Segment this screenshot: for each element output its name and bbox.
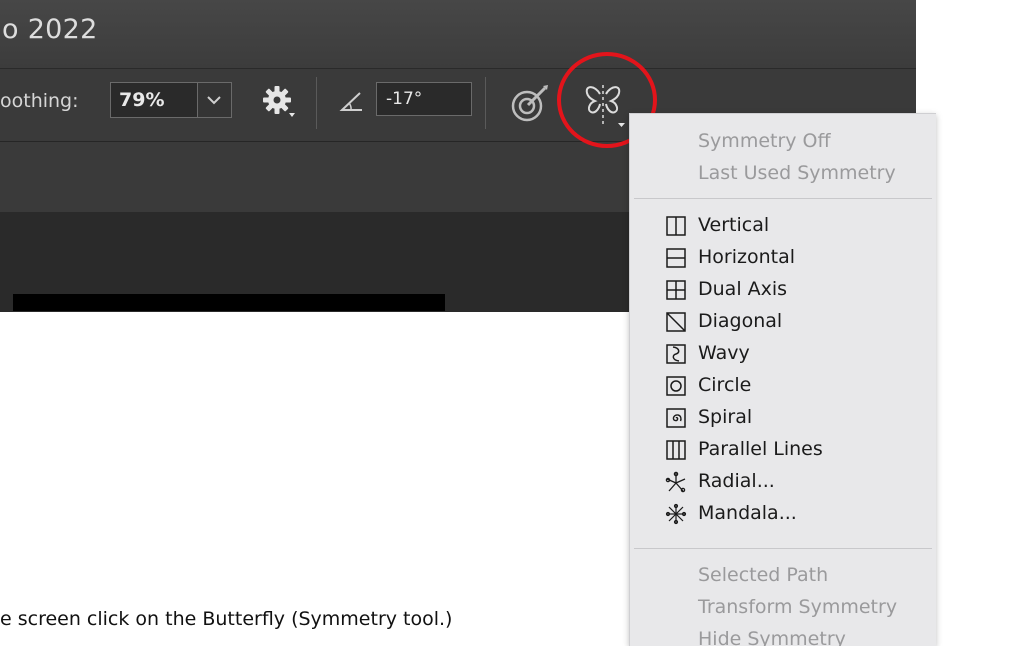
instruction-caption: e screen click on the Butterfly (Symmetr… — [0, 608, 453, 630]
menu-item-label: Circle — [698, 374, 752, 396]
menu-item-label: Horizontal — [698, 246, 796, 268]
menu-item-horizontal[interactable]: Horizontal — [630, 241, 936, 273]
menu-item-parallel-lines[interactable]: Parallel Lines — [630, 433, 936, 465]
angle-input[interactable]: -17° — [376, 82, 472, 116]
smoothing-dropdown-button[interactable] — [198, 82, 232, 118]
wavy-icon — [666, 344, 686, 364]
menu-item-transform-symmetry[interactable]: Transform Symmetry — [630, 591, 936, 623]
gear-icon — [263, 86, 295, 117]
menu-item-label: Parallel Lines — [698, 438, 823, 460]
menu-item-label: Symmetry Off — [698, 130, 831, 152]
menu-item-label: Hide Symmetry — [698, 628, 846, 646]
menu-item-mandala[interactable]: Mandala... — [630, 497, 936, 529]
menu-item-circle[interactable]: Circle — [630, 369, 936, 401]
horizontal-symmetry-icon — [666, 248, 686, 268]
spiral-icon — [666, 408, 686, 428]
vertical-symmetry-icon — [666, 216, 686, 236]
window-title: o 2022 — [2, 14, 98, 45]
menu-item-label: Wavy — [698, 342, 750, 364]
menu-item-label: Vertical — [698, 214, 770, 236]
dual-axis-icon — [666, 280, 686, 300]
symmetry-menu: Symmetry Off Last Used Symmetry Vertical… — [629, 113, 936, 646]
angle-icon — [336, 90, 368, 114]
menu-item-dual-axis[interactable]: Dual Axis — [630, 273, 936, 305]
mandala-icon — [665, 503, 687, 525]
diagonal-icon — [666, 312, 686, 332]
menu-item-diagonal[interactable]: Diagonal — [630, 305, 936, 337]
title-bar: o 2022 — [0, 0, 916, 69]
menu-item-selected-path[interactable]: Selected Path — [630, 559, 936, 591]
menu-item-label: Spiral — [698, 406, 753, 428]
menu-item-label: Dual Axis — [698, 278, 788, 300]
menu-separator — [634, 198, 932, 199]
menu-item-label: Mandala... — [698, 502, 797, 524]
pressure-icon — [511, 85, 548, 122]
smoothing-label: oothing: — [0, 90, 79, 112]
canvas-strip — [13, 294, 445, 311]
options-divider — [316, 77, 317, 129]
menu-item-hide-symmetry[interactable]: Hide Symmetry — [630, 623, 936, 646]
menu-item-label: Transform Symmetry — [698, 596, 898, 618]
parallel-lines-icon — [666, 440, 686, 460]
menu-item-label: Radial... — [698, 470, 775, 492]
menu-item-spiral[interactable]: Spiral — [630, 401, 936, 433]
menu-item-vertical[interactable]: Vertical — [630, 209, 936, 241]
smoothing-input[interactable]: 79% — [110, 82, 198, 118]
pressure-button[interactable] — [507, 82, 551, 126]
radial-icon — [665, 471, 686, 493]
menu-item-label: Selected Path — [698, 564, 829, 586]
menu-separator — [634, 548, 932, 549]
menu-item-label: Last Used Symmetry — [698, 162, 896, 184]
menu-item-wavy[interactable]: Wavy — [630, 337, 936, 369]
menu-item-radial[interactable]: Radial... — [630, 465, 936, 497]
circle-icon — [666, 376, 686, 396]
menu-item-label: Diagonal — [698, 310, 783, 332]
options-divider — [485, 77, 486, 129]
menu-item-last-used-symmetry[interactable]: Last Used Symmetry — [630, 157, 936, 189]
menu-item-symmetry-off[interactable]: Symmetry Off — [630, 125, 936, 157]
chevron-down-icon — [207, 96, 221, 105]
settings-button[interactable] — [259, 84, 299, 120]
